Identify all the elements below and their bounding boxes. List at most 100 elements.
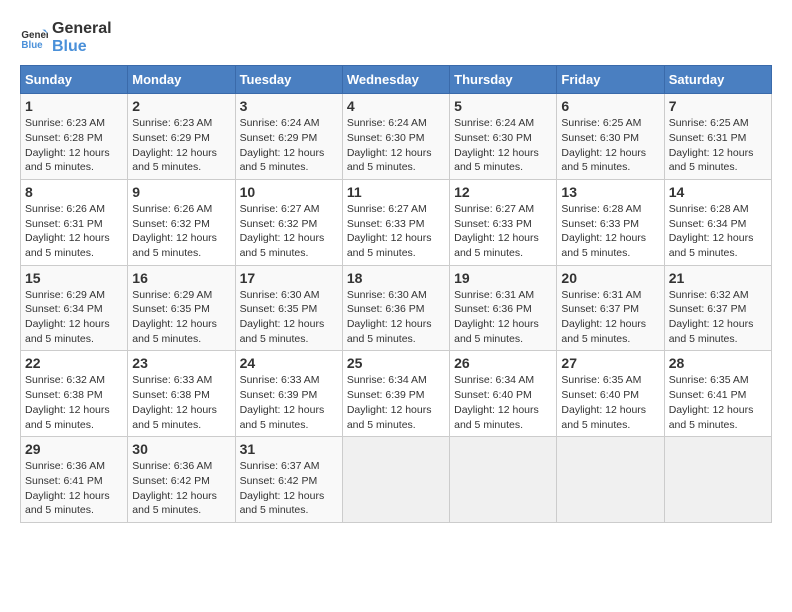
day-number: 3 <box>240 98 338 114</box>
day-info: Sunrise: 6:24 AMSunset: 6:30 PMDaylight:… <box>347 116 445 175</box>
day-number: 22 <box>25 355 123 371</box>
day-number: 18 <box>347 270 445 286</box>
day-number: 15 <box>25 270 123 286</box>
day-info: Sunrise: 6:24 AMSunset: 6:30 PMDaylight:… <box>454 116 552 175</box>
header-day-tuesday: Tuesday <box>235 66 342 94</box>
calendar-cell-30: 30 Sunrise: 6:36 AMSunset: 6:42 PMDayligh… <box>128 437 235 523</box>
day-info: Sunrise: 6:24 AMSunset: 6:29 PMDaylight:… <box>240 116 338 175</box>
week-row-5: 29Sunrise: 6:36 AMSunset: 6:41 PMDayligh… <box>21 437 772 523</box>
day-number: 5 <box>454 98 552 114</box>
day-info: Sunrise: 6:34 AMSunset: 6:39 PMDaylight:… <box>347 373 445 432</box>
calendar-cell-24: 24 Sunrise: 6:33 AMSunset: 6:39 PMDayligh… <box>235 351 342 437</box>
calendar-cell-18: 18Sunrise: 6:30 AMSunset: 6:36 PMDayligh… <box>342 265 449 351</box>
calendar-cell-8: 8 Sunrise: 6:26 AMSunset: 6:31 PMDaylight… <box>21 179 128 265</box>
week-row-3: 15 Sunrise: 6:29 AMSunset: 6:34 PMDayligh… <box>21 265 772 351</box>
day-info: Sunrise: 6:29 AMSunset: 6:34 PMDaylight:… <box>25 288 123 347</box>
calendar-cell-13: 13 Sunrise: 6:28 AMSunset: 6:33 PMDayligh… <box>557 179 664 265</box>
empty-cell <box>664 437 771 523</box>
calendar-cell-3: 3 Sunrise: 6:24 AMSunset: 6:29 PMDaylight… <box>235 94 342 180</box>
day-info: Sunrise: 6:36 AMSunset: 6:42 PMDaylight:… <box>132 459 230 518</box>
day-info: Sunrise: 6:26 AMSunset: 6:31 PMDaylight:… <box>25 202 123 261</box>
calendar-cell-11: 11 Sunrise: 6:27 AMSunset: 6:33 PMDayligh… <box>342 179 449 265</box>
day-number: 28 <box>669 355 767 371</box>
day-info: Sunrise: 6:28 AMSunset: 6:33 PMDaylight:… <box>561 202 659 261</box>
day-info: Sunrise: 6:37 AMSunset: 6:42 PMDaylight:… <box>240 459 338 518</box>
day-number: 21 <box>669 270 767 286</box>
day-number: 19 <box>454 270 552 286</box>
day-number: 11 <box>347 184 445 200</box>
day-number: 9 <box>132 184 230 200</box>
calendar-cell-14: 14 Sunrise: 6:28 AMSunset: 6:34 PMDayligh… <box>664 179 771 265</box>
calendar-cell-17: 17 Sunrise: 6:30 AMSunset: 6:35 PMDayligh… <box>235 265 342 351</box>
logo-blue: Blue <box>52 38 112 56</box>
calendar-cell-22: 22 Sunrise: 6:32 AMSunset: 6:38 PMDayligh… <box>21 351 128 437</box>
day-info: Sunrise: 6:25 AMSunset: 6:31 PMDaylight:… <box>669 116 767 175</box>
logo-icon: General Blue <box>20 24 48 52</box>
day-info: Sunrise: 6:33 AMSunset: 6:39 PMDaylight:… <box>240 373 338 432</box>
calendar-cell-9: 9 Sunrise: 6:26 AMSunset: 6:32 PMDaylight… <box>128 179 235 265</box>
calendar-cell-26: 26Sunrise: 6:34 AMSunset: 6:40 PMDayligh… <box>450 351 557 437</box>
day-info: Sunrise: 6:27 AMSunset: 6:33 PMDaylight:… <box>454 202 552 261</box>
day-number: 1 <box>25 98 123 114</box>
day-info: Sunrise: 6:26 AMSunset: 6:32 PMDaylight:… <box>132 202 230 261</box>
header-day-thursday: Thursday <box>450 66 557 94</box>
header-day-monday: Monday <box>128 66 235 94</box>
week-row-1: 1 Sunrise: 6:23 AMSunset: 6:28 PMDaylight… <box>21 94 772 180</box>
svg-text:Blue: Blue <box>21 39 43 50</box>
day-number: 17 <box>240 270 338 286</box>
day-info: Sunrise: 6:27 AMSunset: 6:32 PMDaylight:… <box>240 202 338 261</box>
calendar-cell-2: 2 Sunrise: 6:23 AMSunset: 6:29 PMDaylight… <box>128 94 235 180</box>
week-row-2: 8 Sunrise: 6:26 AMSunset: 6:31 PMDaylight… <box>21 179 772 265</box>
header-day-saturday: Saturday <box>664 66 771 94</box>
logo: General Blue General Blue <box>20 20 112 55</box>
day-number: 27 <box>561 355 659 371</box>
day-info: Sunrise: 6:34 AMSunset: 6:40 PMDaylight:… <box>454 373 552 432</box>
day-number: 16 <box>132 270 230 286</box>
day-info: Sunrise: 6:25 AMSunset: 6:30 PMDaylight:… <box>561 116 659 175</box>
day-info: Sunrise: 6:33 AMSunset: 6:38 PMDaylight:… <box>132 373 230 432</box>
calendar-cell-15: 15 Sunrise: 6:29 AMSunset: 6:34 PMDayligh… <box>21 265 128 351</box>
day-info: Sunrise: 6:31 AMSunset: 6:37 PMDaylight:… <box>561 288 659 347</box>
calendar-cell-29: 29Sunrise: 6:36 AMSunset: 6:41 PMDayligh… <box>21 437 128 523</box>
day-number: 30 <box>132 441 230 457</box>
day-number: 10 <box>240 184 338 200</box>
calendar-cell-20: 20Sunrise: 6:31 AMSunset: 6:37 PMDayligh… <box>557 265 664 351</box>
calendar-cell-7: 7Sunrise: 6:25 AMSunset: 6:31 PMDaylight… <box>664 94 771 180</box>
calendar-cell-5: 5 Sunrise: 6:24 AMSunset: 6:30 PMDaylight… <box>450 94 557 180</box>
header: General Blue General Blue <box>20 20 772 55</box>
calendar-cell-1: 1 Sunrise: 6:23 AMSunset: 6:28 PMDaylight… <box>21 94 128 180</box>
day-number: 6 <box>561 98 659 114</box>
day-info: Sunrise: 6:27 AMSunset: 6:33 PMDaylight:… <box>347 202 445 261</box>
calendar-cell-28: 28Sunrise: 6:35 AMSunset: 6:41 PMDayligh… <box>664 351 771 437</box>
empty-cell <box>342 437 449 523</box>
day-number: 2 <box>132 98 230 114</box>
day-number: 13 <box>561 184 659 200</box>
day-info: Sunrise: 6:28 AMSunset: 6:34 PMDaylight:… <box>669 202 767 261</box>
day-info: Sunrise: 6:31 AMSunset: 6:36 PMDaylight:… <box>454 288 552 347</box>
day-number: 24 <box>240 355 338 371</box>
day-number: 14 <box>669 184 767 200</box>
day-number: 25 <box>347 355 445 371</box>
day-info: Sunrise: 6:36 AMSunset: 6:41 PMDaylight:… <box>25 459 123 518</box>
header-day-sunday: Sunday <box>21 66 128 94</box>
day-number: 8 <box>25 184 123 200</box>
empty-cell <box>557 437 664 523</box>
calendar-cell-12: 12 Sunrise: 6:27 AMSunset: 6:33 PMDayligh… <box>450 179 557 265</box>
calendar-cell-10: 10 Sunrise: 6:27 AMSunset: 6:32 PMDayligh… <box>235 179 342 265</box>
day-number: 12 <box>454 184 552 200</box>
day-info: Sunrise: 6:23 AMSunset: 6:29 PMDaylight:… <box>132 116 230 175</box>
calendar-table: SundayMondayTuesdayWednesdayThursdayFrid… <box>20 65 772 523</box>
calendar-cell-21: 21Sunrise: 6:32 AMSunset: 6:37 PMDayligh… <box>664 265 771 351</box>
calendar-cell-23: 23 Sunrise: 6:33 AMSunset: 6:38 PMDayligh… <box>128 351 235 437</box>
calendar-cell-19: 19 Sunrise: 6:31 AMSunset: 6:36 PMDayligh… <box>450 265 557 351</box>
day-number: 31 <box>240 441 338 457</box>
calendar-cell-4: 4Sunrise: 6:24 AMSunset: 6:30 PMDaylight… <box>342 94 449 180</box>
header-day-wednesday: Wednesday <box>342 66 449 94</box>
empty-cell <box>450 437 557 523</box>
day-number: 23 <box>132 355 230 371</box>
day-info: Sunrise: 6:29 AMSunset: 6:35 PMDaylight:… <box>132 288 230 347</box>
day-info: Sunrise: 6:30 AMSunset: 6:35 PMDaylight:… <box>240 288 338 347</box>
logo-general: General <box>52 20 112 38</box>
day-info: Sunrise: 6:32 AMSunset: 6:38 PMDaylight:… <box>25 373 123 432</box>
day-info: Sunrise: 6:23 AMSunset: 6:28 PMDaylight:… <box>25 116 123 175</box>
